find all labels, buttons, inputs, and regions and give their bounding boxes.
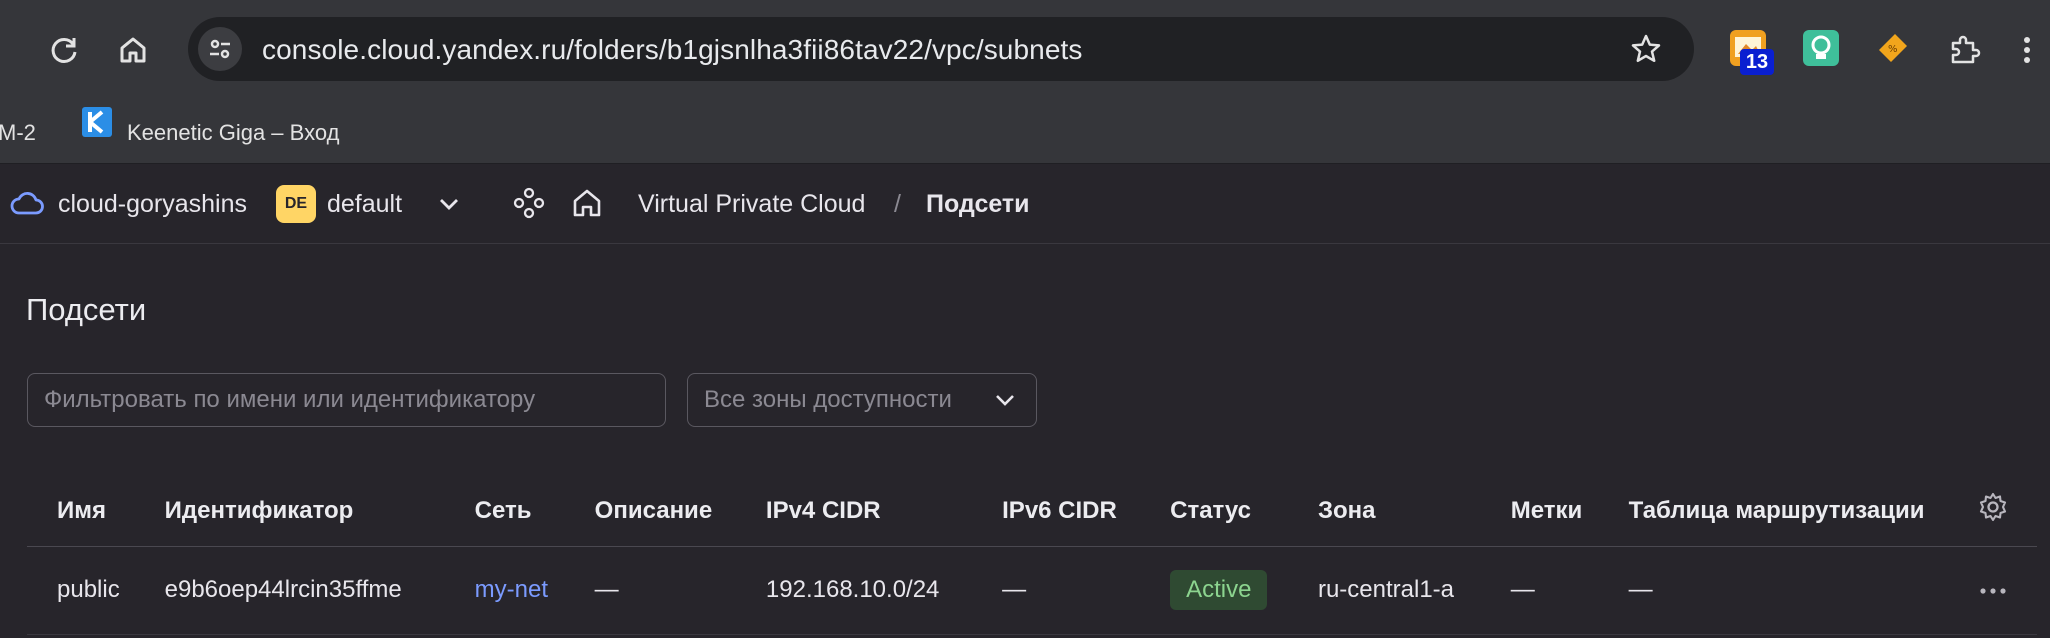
cell-status: Active	[1140, 546, 1288, 635]
breadcrumb-current: Подсети	[926, 190, 1030, 218]
coupon-extension-icon[interactable]: %	[1875, 30, 1911, 66]
column-header[interactable]: Сеть	[444, 476, 565, 547]
column-header[interactable]: Таблица маршрутизации	[1598, 476, 1977, 547]
folder-badge: DE	[276, 185, 316, 223]
column-header[interactable]: Описание	[564, 476, 736, 547]
settings-gear-icon[interactable]	[1977, 493, 2009, 529]
column-header[interactable]: Статус	[1140, 476, 1288, 547]
chevron-down-icon[interactable]	[436, 192, 462, 221]
cell-network-link[interactable]: my-net	[444, 546, 565, 635]
breadcrumb-separator: /	[894, 190, 901, 218]
column-header[interactable]: Зона	[1287, 476, 1481, 547]
table-header-row: Имя Идентификатор Сеть Описание IPv4 CID…	[27, 476, 2037, 547]
row-actions-cell	[1977, 546, 2037, 635]
table-row[interactable]: public e9b6oep44lrcin35ffme my-net — 192…	[27, 546, 2037, 635]
cell-zone: ru-central1-a	[1287, 546, 1481, 635]
cell-description: —	[564, 546, 736, 635]
extensions-puzzle-icon[interactable]	[1944, 30, 1984, 70]
home-icon[interactable]	[113, 30, 153, 70]
browser-toolbar: console.cloud.yandex.ru/folders/b1gjsnlh…	[0, 0, 2050, 100]
table-settings-cell	[1977, 476, 2037, 547]
cell-labels: —	[1480, 546, 1599, 635]
bookmark-keenetic[interactable]: Keenetic Giga – Вход	[127, 120, 339, 146]
home-icon[interactable]	[570, 186, 604, 225]
reload-icon[interactable]	[44, 30, 84, 70]
bookmark-m2[interactable]: M-2	[0, 120, 36, 146]
chevron-down-icon	[992, 388, 1018, 419]
cell-name: public	[27, 546, 135, 635]
site-info-icon[interactable]	[198, 27, 242, 71]
subnets-table: Имя Идентификатор Сеть Описание IPv4 CID…	[27, 476, 2037, 635]
extension-badge: 13	[1740, 49, 1774, 75]
cloud-name[interactable]: cloud-goryashins	[58, 190, 247, 219]
column-header[interactable]: Метки	[1480, 476, 1599, 547]
browser-menu-icon[interactable]	[2012, 30, 2042, 70]
column-header[interactable]: Имя	[27, 476, 135, 547]
breadcrumb-service[interactable]: Virtual Private Cloud	[638, 190, 865, 219]
page-title: Подсети	[26, 292, 147, 327]
status-badge: Active	[1170, 570, 1268, 610]
column-header[interactable]: IPv6 CIDR	[972, 476, 1141, 547]
bookmark-star-icon[interactable]	[1630, 33, 1662, 70]
zone-select-value: Все зоны доступности	[704, 386, 952, 413]
column-header[interactable]: Идентификатор	[134, 476, 445, 547]
services-icon[interactable]	[512, 186, 546, 225]
column-header[interactable]: IPv4 CIDR	[735, 476, 973, 547]
more-actions-icon[interactable]	[1977, 576, 2009, 603]
cell-id: e9b6oep44lrcin35ffme	[134, 546, 445, 635]
keenetic-k-icon	[82, 107, 112, 137]
cell-route-table: —	[1598, 546, 1977, 635]
back-arrow-icon[interactable]	[0, 32, 16, 68]
cell-ipv4: 192.168.10.0/24	[735, 546, 973, 635]
console-header: cloud-goryashins DE default Virtual Priv…	[0, 164, 2050, 244]
search-input[interactable]	[27, 373, 666, 427]
url-text[interactable]: console.cloud.yandex.ru/folders/b1gjsnlh…	[262, 34, 1082, 66]
folder-name[interactable]: default	[327, 190, 402, 219]
bulb-extension-icon[interactable]	[1803, 30, 1839, 66]
svg-text:%: %	[1888, 44, 1898, 55]
zone-select[interactable]: Все зоны доступности	[687, 373, 1037, 427]
cell-ipv6: —	[972, 546, 1141, 635]
cloud-icon	[10, 189, 44, 222]
address-bar[interactable]: console.cloud.yandex.ru/folders/b1gjsnlh…	[188, 17, 1694, 81]
